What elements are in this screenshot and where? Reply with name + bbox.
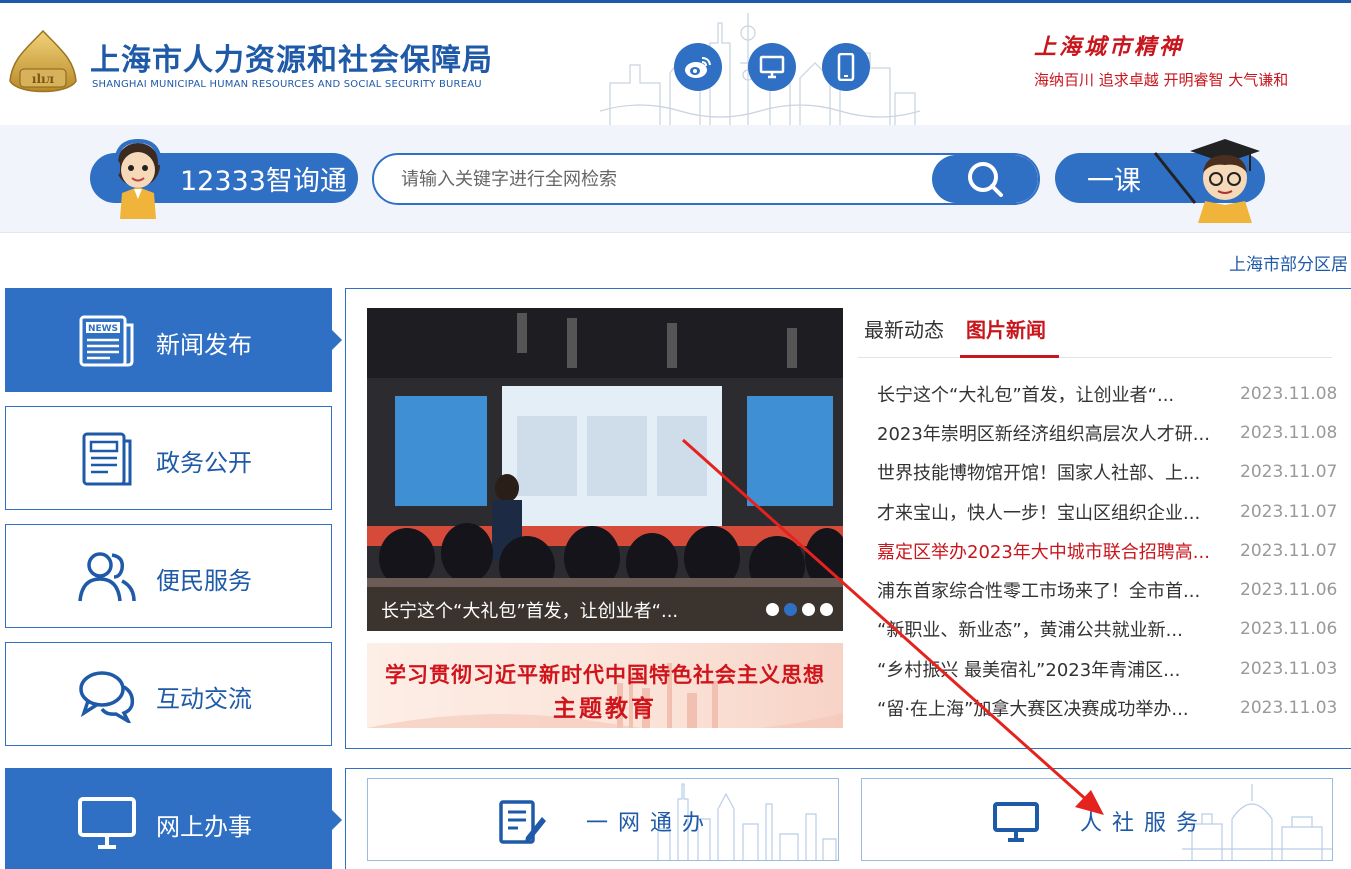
news-item-date: 2023.11.08: [1240, 383, 1338, 404]
nav-online-service[interactable]: 网上办事: [5, 768, 342, 869]
news-item-date: 2023.11.08: [1240, 422, 1338, 443]
news-item[interactable]: 才来宝山，快人一步！宝山区组织企业... 2023.11.07: [877, 492, 1337, 531]
computer-icon: [78, 797, 136, 849]
news-item[interactable]: 长宁这个“大礼包”首发，让创业者“... 2023.11.08: [877, 374, 1337, 413]
nav-interaction-label: 互动交流: [156, 685, 252, 713]
news-list: 长宁这个“大礼包”首发，让创业者“... 2023.11.08 2023年崇明区新…: [877, 374, 1337, 728]
nav-news-release-label: 新闻发布: [156, 331, 252, 359]
news-item-title[interactable]: 才来宝山，快人一步！宝山区组织企业...: [877, 499, 1222, 525]
form-edit-icon: [499, 800, 546, 844]
carousel-dot-1[interactable]: [766, 603, 779, 616]
news-item[interactable]: 2023年崇明区新经济组织高层次人才研... 2023.11.08: [877, 413, 1337, 452]
nav-government-affairs[interactable]: 政务公开: [5, 406, 332, 510]
carousel-dot-3[interactable]: [802, 603, 815, 616]
document-icon: [82, 432, 132, 486]
nav-public-services-label: 便民服务: [156, 567, 252, 595]
nav-interaction[interactable]: 互动交流: [5, 642, 332, 746]
news-item[interactable]: 嘉定区举办2023年大中城市联合招聘高... 2023.11.07: [877, 531, 1337, 570]
nav-government-affairs-label: 政务公开: [156, 449, 252, 477]
site-header: ılıл 上海市人力资源和社会保障局 SHANGHAI MUNICIPAL HU…: [0, 3, 1351, 125]
news-item-date: 2023.11.03: [1240, 658, 1338, 679]
news-item-title[interactable]: 浦东首家综合性零工市场来了！全市首...: [877, 577, 1222, 603]
news-item-title[interactable]: 2023年崇明区新经济组织高层次人才研...: [877, 420, 1222, 446]
mobile-icon[interactable]: [822, 43, 870, 91]
active-tab-underline: [960, 355, 1059, 358]
assistant-12333-label: 12333智询通: [180, 165, 347, 197]
news-item-date: 2023.11.06: [1240, 619, 1338, 640]
news-icon: NEWS: [79, 315, 134, 367]
news-item-date: 2023.11.07: [1240, 462, 1338, 483]
svg-text:NEWS: NEWS: [88, 324, 118, 334]
news-tabs: 最新动态 图片新闻: [858, 300, 1332, 358]
search-button[interactable]: [932, 155, 1038, 203]
desktop-icon: [993, 802, 1039, 842]
banner-line2: 主题教育: [553, 696, 657, 722]
carousel-dots: [766, 603, 833, 616]
svg-text:ılıл: ılıл: [32, 72, 55, 86]
news-carousel[interactable]: 长宁这个“大礼包”首发，让创业者“...: [367, 308, 843, 631]
nav-news-release[interactable]: NEWS 新闻发布: [5, 288, 342, 392]
news-item-date: 2023.11.07: [1240, 540, 1338, 561]
nav-online-service-label: 网上办事: [156, 813, 252, 841]
one-network-service-button[interactable]: 一网通办: [367, 778, 839, 861]
carousel-photo: [367, 308, 843, 631]
city-spirit-title: 上海城市精神: [1034, 34, 1185, 60]
carousel-caption: 长宁这个“大礼包”首发，让创业者“...: [367, 587, 843, 631]
search-box: [372, 153, 1040, 205]
carousel-dot-2[interactable]: [784, 603, 797, 616]
search-icon: [968, 162, 1003, 197]
tab-photo-news[interactable]: 图片新闻: [966, 314, 1046, 343]
weibo-icon[interactable]: [674, 43, 722, 91]
search-input[interactable]: [374, 155, 934, 203]
bureau-logo[interactable]: ılıл: [6, 29, 80, 101]
hr-social-service-button[interactable]: 人社服务: [861, 778, 1333, 861]
news-item-title[interactable]: “留·在上海”加拿大赛区决赛成功举办...: [877, 695, 1222, 721]
site-subtitle: SHANGHAI MUNICIPAL HUMAN RESOURCES AND S…: [92, 79, 482, 90]
theme-education-banner[interactable]: 学习贯彻习近平新时代中国特色社会主义思想 主题教育: [367, 643, 843, 728]
chat-icon: [79, 671, 135, 723]
carousel-dot-4[interactable]: [820, 603, 833, 616]
news-item-title[interactable]: “乡村振兴 最美宿礼”2023年青浦区...: [877, 656, 1222, 682]
news-item-date: 2023.11.07: [1240, 501, 1338, 522]
news-item-title[interactable]: 嘉定区举办2023年大中城市联合招聘高...: [877, 538, 1222, 564]
search-band: 12333智询通 一课: [0, 125, 1351, 233]
news-item-date: 2023.11.06: [1240, 580, 1338, 601]
one-network-service-label: 一网通办: [586, 811, 715, 836]
city-spirit-text: 海纳百川 追求卓越 开明睿智 大气谦和: [1034, 71, 1289, 89]
news-item-title[interactable]: “新职业、新业态”，黄浦公共就业新...: [877, 616, 1222, 642]
news-item[interactable]: 世界技能博物馆开馆！国家人社部、上... 2023.11.07: [877, 453, 1337, 492]
notice-marquee[interactable]: 上海市部分区居: [1229, 250, 1348, 275]
people-icon: [78, 552, 136, 602]
hr-social-service-label: 人社服务: [1080, 811, 1209, 836]
news-item[interactable]: “乡村振兴 最美宿礼”2023年青浦区... 2023.11.03: [877, 649, 1337, 688]
tab-latest-news[interactable]: 最新动态: [864, 314, 944, 343]
nav-public-services[interactable]: 便民服务: [5, 524, 332, 628]
teacher-avatar-icon: [1153, 139, 1260, 223]
assistant-avatar-icon: [112, 138, 162, 219]
news-item-date: 2023.11.03: [1240, 698, 1338, 719]
banner-line1: 学习贯彻习近平新时代中国特色社会主义思想: [385, 663, 825, 687]
news-item[interactable]: 浦东首家综合性零工市场来了！全市首... 2023.11.06: [877, 570, 1337, 609]
site-title[interactable]: 上海市人力资源和社会保障局: [90, 35, 493, 79]
carousel-caption-text[interactable]: 长宁这个“大礼包”首发，让创业者“...: [381, 597, 678, 623]
news-item-title[interactable]: 长宁这个“大礼包”首发，让创业者“...: [877, 381, 1222, 407]
monitor-icon[interactable]: [748, 43, 796, 91]
news-item-title[interactable]: 世界技能博物馆开馆！国家人社部、上...: [877, 459, 1222, 485]
news-item[interactable]: “新职业、新业态”，黄浦公共就业新... 2023.11.06: [877, 610, 1337, 649]
one-course-label: 一课: [1087, 165, 1141, 197]
news-item[interactable]: “留·在上海”加拿大赛区决赛成功举办... 2023.11.03: [877, 688, 1337, 727]
